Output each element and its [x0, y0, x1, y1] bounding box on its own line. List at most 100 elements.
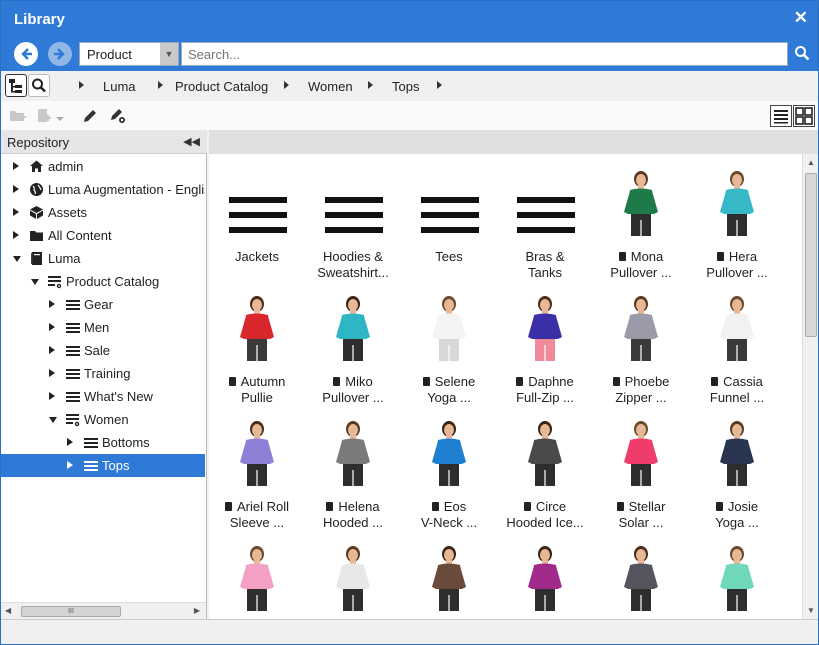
thumbnail-view-icon[interactable]: [793, 105, 815, 127]
tree-item[interactable]: Bottoms: [1, 431, 205, 454]
search-input[interactable]: [181, 42, 788, 66]
back-arrow-icon[interactable]: [14, 42, 38, 66]
product-tile[interactable]: Eos V-Neck ...: [403, 418, 495, 536]
breadcrumb-item[interactable]: Luma: [103, 79, 136, 94]
product-icon: [228, 377, 236, 386]
product-tile[interactable]: Daphne Full-Zip ...: [499, 293, 591, 411]
category-tile[interactable]: Hoodies & Sweatshirt...: [307, 168, 399, 286]
expand-caret-down-icon[interactable]: [13, 256, 21, 262]
breadcrumb-item[interactable]: Women: [308, 79, 353, 94]
tile-label-line2: Yoga ...: [715, 515, 759, 530]
expand-caret-right-icon[interactable]: [49, 369, 55, 377]
expand-caret-right-icon[interactable]: [49, 300, 55, 308]
product-tile[interactable]: Selene Yoga ...: [403, 293, 495, 411]
scroll-left-arrow-icon[interactable]: ◀: [5, 606, 11, 615]
product-tile[interactable]: Cassia Funnel ...: [691, 293, 783, 411]
tree-item[interactable]: Gear: [1, 293, 205, 316]
forward-arrow-icon[interactable]: [48, 42, 72, 66]
breadcrumb-item[interactable]: Tops: [392, 79, 419, 94]
search-type-select[interactable]: Product ▼: [79, 42, 179, 66]
product-tile[interactable]: Stellar Solar ...: [595, 418, 687, 536]
tree-item[interactable]: admin: [1, 155, 205, 178]
expand-caret-right-icon[interactable]: [67, 438, 73, 446]
scrollbar-thumb[interactable]: [805, 173, 817, 337]
product-tile[interactable]: Riona: [403, 543, 495, 619]
scroll-down-arrow-icon[interactable]: ▼: [807, 606, 815, 615]
close-icon[interactable]: ✕: [794, 8, 808, 28]
new-item-icon[interactable]: [35, 107, 53, 125]
thumbnail-grid: Jackets Hoodies & Sweatshirt... Tees Bras & T…: [209, 154, 802, 619]
expand-caret-right-icon[interactable]: [49, 346, 55, 354]
new-folder-icon[interactable]: [9, 107, 27, 125]
list-view-icon[interactable]: [770, 105, 792, 127]
expand-caret-right-icon[interactable]: [49, 392, 55, 400]
expand-caret-right-icon[interactable]: [13, 185, 19, 193]
product-thumbnail: [323, 418, 383, 488]
tree-view-icon[interactable]: [5, 74, 27, 97]
product-tile[interactable]: Hera Pullover ...: [691, 168, 783, 286]
product-tile[interactable]: Josie Yoga ...: [691, 418, 783, 536]
search-icon[interactable]: [794, 45, 810, 61]
breadcrumb-separator: [284, 81, 289, 89]
tree-item[interactable]: Assets: [1, 201, 205, 224]
category-tile[interactable]: Bras & Tanks: [499, 168, 591, 286]
tree-item-label: Tops: [102, 458, 130, 473]
tile-label: Jackets: [211, 249, 303, 265]
breadcrumb-item[interactable]: Product Catalog: [175, 79, 268, 94]
collapse-panel-icon[interactable]: ◀◀: [183, 135, 200, 148]
product-tile[interactable]: Autumn Pullie: [211, 293, 303, 411]
chevron-down-icon[interactable]: [55, 111, 65, 121]
product-tile[interactable]: Inez Full: [499, 543, 591, 619]
product-tile[interactable]: Mona Pullover ...: [595, 168, 687, 286]
tree-item[interactable]: Luma: [1, 247, 205, 270]
chevron-down-icon[interactable]: ▼: [160, 43, 178, 65]
folder-icon: [29, 228, 44, 243]
library-window: Library ✕ Product ▼ Luma Product Catalog…: [0, 0, 819, 645]
tile-label: Cassia Funnel ...: [691, 374, 783, 406]
product-tile[interactable]: Miko Pullover ...: [307, 293, 399, 411]
scroll-right-arrow-icon[interactable]: ▶: [194, 606, 200, 615]
vertical-scrollbar[interactable]: ▲ ▼: [802, 154, 818, 619]
expand-caret-right-icon[interactable]: [49, 323, 55, 331]
expand-caret-right-icon[interactable]: [67, 461, 73, 469]
category-tile[interactable]: Tees: [403, 168, 495, 286]
tile-label-line1: Cassia: [723, 374, 763, 389]
product-tile[interactable]: Ariel Roll Sleeve ...: [211, 418, 303, 536]
product-thumbnail: [419, 293, 479, 363]
expand-caret-right-icon[interactable]: [13, 231, 19, 239]
horizontal-scrollbar[interactable]: ◀ III ▶: [1, 602, 206, 619]
product-tile[interactable]: Helena Hooded ...: [307, 418, 399, 536]
expand-caret-down-icon[interactable]: [49, 417, 57, 423]
search-view-icon[interactable]: [28, 74, 50, 97]
tree-item[interactable]: Training: [1, 362, 205, 385]
category-tile[interactable]: Jackets: [211, 168, 303, 286]
tree-item[interactable]: Men: [1, 316, 205, 339]
tree-item-label: Women: [84, 412, 129, 427]
tree-item[interactable]: What's New: [1, 385, 205, 408]
product-tile[interactable]: Augusta: [211, 543, 303, 619]
edit-pencil-icon[interactable]: [81, 107, 99, 125]
product-tile[interactable]: Ingrid: [307, 543, 399, 619]
product-thumbnail: [323, 543, 383, 613]
tree-item[interactable]: Tops: [1, 454, 205, 477]
tree-item[interactable]: All Content: [1, 224, 205, 247]
scroll-up-arrow-icon[interactable]: ▲: [807, 158, 815, 167]
tree-item[interactable]: Sale: [1, 339, 205, 362]
tile-label-line2: Yoga ...: [427, 390, 471, 405]
expand-caret-down-icon[interactable]: [31, 279, 39, 285]
tile-label: Tees: [403, 249, 495, 265]
product-tile[interactable]: Circe Hooded Ice...: [499, 418, 591, 536]
expand-caret-right-icon[interactable]: [13, 208, 19, 216]
tree-item[interactable]: Women: [1, 408, 205, 431]
product-tile[interactable]: Phoebe Zipper ...: [595, 293, 687, 411]
edit-properties-icon[interactable]: [109, 107, 127, 125]
expand-caret-right-icon[interactable]: [13, 162, 19, 170]
tree-item[interactable]: Luma Augmentation - English: [1, 178, 205, 201]
product-tile[interactable]: Jade: [691, 543, 783, 619]
product-tile[interactable]: Adrienne: [595, 543, 687, 619]
tile-label-line1: Josie: [727, 499, 759, 514]
cube-icon: [29, 205, 44, 220]
scrollbar-thumb[interactable]: III: [21, 606, 121, 617]
tree-item[interactable]: Product Catalog: [1, 270, 205, 293]
catalog-icon: [65, 412, 80, 427]
